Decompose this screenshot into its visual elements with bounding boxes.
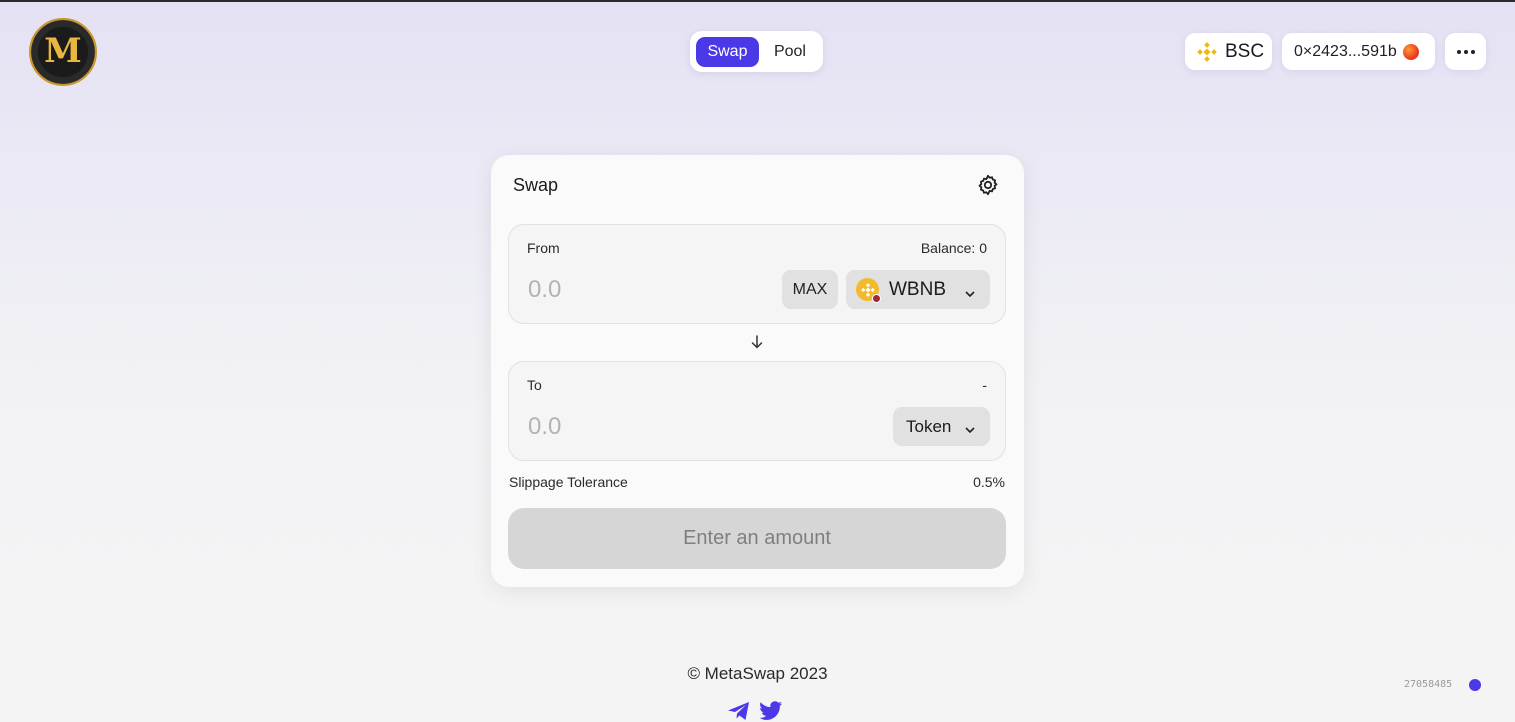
more-menu-button[interactable] xyxy=(1445,33,1486,70)
from-panel: From Balance: 0 MAX WBNB xyxy=(508,224,1006,324)
main-nav: Swap Pool xyxy=(690,31,823,72)
tab-swap[interactable]: Swap xyxy=(696,36,759,67)
to-panel: To - Token xyxy=(508,361,1006,461)
status-dot xyxy=(1469,679,1481,691)
from-label: From xyxy=(527,240,560,256)
wbnb-token-icon xyxy=(856,278,881,303)
to-token-selector[interactable]: Token xyxy=(893,407,990,446)
account-address: 0×2423...591b xyxy=(1294,42,1397,60)
social-links xyxy=(727,700,783,722)
tab-pool[interactable]: Pool xyxy=(763,37,817,67)
slippage-value[interactable]: 0.5% xyxy=(973,474,1005,490)
twitter-icon[interactable] xyxy=(759,700,783,722)
card-title: Swap xyxy=(513,175,559,195)
from-token-selector[interactable]: WBNB xyxy=(846,270,990,309)
logo-letter: M xyxy=(44,31,82,71)
gear-icon[interactable] xyxy=(976,173,1000,197)
top-border xyxy=(0,0,1515,2)
swap-card: Swap From Balance: 0 MAX WBNB xyxy=(491,155,1024,587)
chevron-down-icon xyxy=(964,421,976,433)
footer-copyright: © MetaSwap 2023 xyxy=(687,664,828,683)
network-selector[interactable]: BSC xyxy=(1185,33,1272,70)
bnb-icon xyxy=(1197,41,1217,62)
account-avatar xyxy=(1402,43,1419,60)
from-amount-input[interactable] xyxy=(528,275,768,305)
from-token-label: WBNB xyxy=(889,278,946,300)
from-balance: Balance: 0 xyxy=(920,240,987,256)
brand-logo[interactable]: M xyxy=(29,18,97,86)
to-label: To xyxy=(527,377,542,393)
max-button[interactable]: MAX xyxy=(782,270,838,309)
slippage-label: Slippage Tolerance xyxy=(509,474,628,490)
chevron-down-icon xyxy=(964,284,976,297)
account-button[interactable]: 0×2423...591b xyxy=(1282,33,1435,70)
arrow-down-icon[interactable] xyxy=(749,334,765,350)
enter-amount-button[interactable]: Enter an amount xyxy=(508,508,1006,569)
to-amount-input[interactable] xyxy=(528,412,768,442)
network-label: BSC xyxy=(1225,40,1265,62)
telegram-icon[interactable] xyxy=(727,700,751,722)
block-number: 27058485 xyxy=(1404,679,1453,690)
more-dots-icon xyxy=(1456,49,1475,54)
to-token-label: Token xyxy=(906,416,952,436)
to-balance: - xyxy=(982,377,987,393)
